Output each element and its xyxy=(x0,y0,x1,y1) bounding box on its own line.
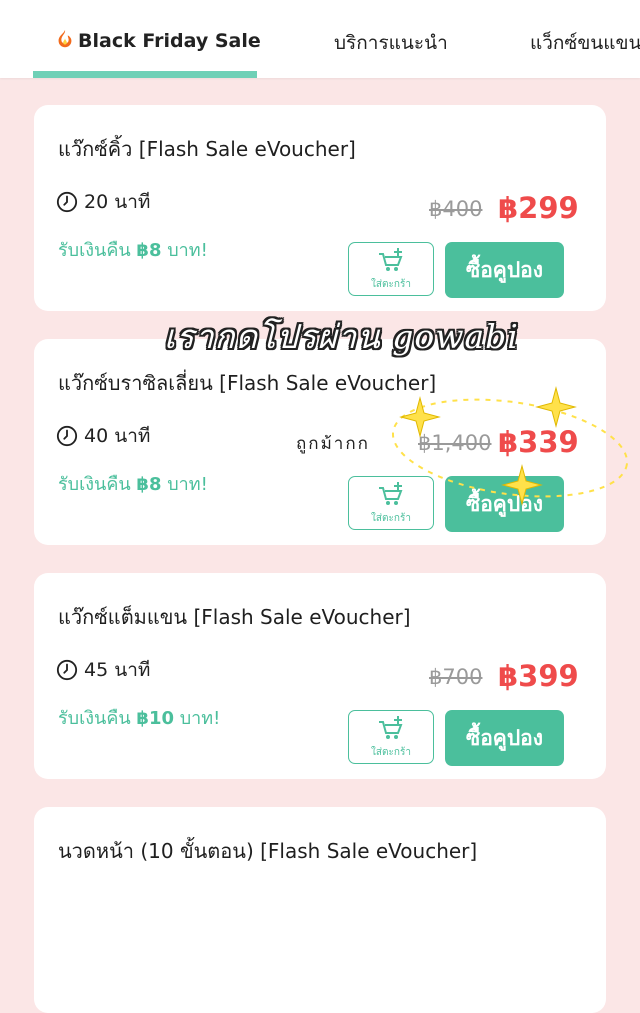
tab-label: บริการแนะนำ xyxy=(334,32,448,54)
category-tab-bar: Black Friday Sale บริการแนะนำ แว็กซ์ขนแข… xyxy=(0,0,640,78)
cashback-prefix: รับเงินคืน xyxy=(58,708,131,729)
sale-price: ฿399 xyxy=(498,659,579,693)
add-to-cart-button[interactable]: ใส่ตะกร้า xyxy=(348,242,434,296)
product-title: แว๊กซ์แต็มแขน [Flash Sale eVoucher] xyxy=(58,605,411,629)
clock-icon xyxy=(56,425,78,447)
tab-label: Black Friday Sale xyxy=(78,30,261,52)
add-to-cart-button[interactable]: ใส่ตะกร้า xyxy=(348,710,434,764)
cart-plus-icon xyxy=(379,716,403,739)
cart-plus-icon xyxy=(379,482,403,505)
cashback-text: รับเงินคืน ฿8 บาท! xyxy=(58,235,208,264)
product-card[interactable]: แว๊กซ์คิ้ว [Flash Sale eVoucher] 20 นาที… xyxy=(34,105,606,311)
product-title: แว๊กซ์คิ้ว [Flash Sale eVoucher] xyxy=(58,137,356,161)
product-title: นวดหน้า (10 ขั้นตอน) [Flash Sale eVouche… xyxy=(58,839,478,863)
duration-text: 45 นาที xyxy=(84,659,151,681)
fire-icon xyxy=(58,29,72,48)
sale-price: ฿339 xyxy=(498,425,579,459)
cashback-text: รับเงินคืน ฿10 บาท! xyxy=(58,703,220,732)
handwritten-note: ถูกม้ากก xyxy=(296,434,370,454)
duration: 40 นาที xyxy=(56,421,150,451)
cart-label: ใส่ตะกร้า xyxy=(371,747,411,758)
original-price: ฿1,400 xyxy=(418,431,492,455)
clock-icon xyxy=(56,191,78,213)
original-price: ฿700 xyxy=(429,665,483,689)
original-price: ฿400 xyxy=(429,197,483,221)
clock-icon xyxy=(56,659,78,681)
duration: 20 นาที xyxy=(56,187,150,217)
cashback-amount: ฿8 xyxy=(136,240,162,261)
buy-coupon-button[interactable]: ซื้อคูปอง xyxy=(445,242,564,298)
cashback-suffix: บาท! xyxy=(167,240,208,261)
cashback-text: รับเงินคืน ฿8 บาท! xyxy=(58,469,208,498)
cart-label: ใส่ตะกร้า xyxy=(371,279,411,290)
cashback-amount: ฿10 xyxy=(136,708,174,729)
product-card[interactable]: นวดหน้า (10 ขั้นตอน) [Flash Sale eVouche… xyxy=(34,807,606,1013)
active-tab-indicator xyxy=(33,71,257,78)
tab-label: แว็กซ์ขนแขน xyxy=(530,32,640,54)
buy-coupon-button[interactable]: ซื้อคูปอง xyxy=(445,476,564,532)
duration: 45 นาที xyxy=(56,655,150,685)
tab-arm-wax[interactable]: แว็กซ์ขนแขน xyxy=(530,28,640,58)
tab-black-friday-sale[interactable]: Black Friday Sale xyxy=(54,28,261,52)
buy-coupon-button[interactable]: ซื้อคูปอง xyxy=(445,710,564,766)
sale-price: ฿299 xyxy=(498,191,579,225)
cashback-suffix: บาท! xyxy=(167,474,208,495)
product-title: แว๊กซ์บราซิลเลี่ยน [Flash Sale eVoucher] xyxy=(58,371,437,395)
duration-text: 40 นาที xyxy=(84,425,151,447)
tab-recommended-services[interactable]: บริการแนะนำ xyxy=(334,28,448,58)
overlay-headline: เรากดโปรผ่าน gowabi xyxy=(164,317,519,356)
product-card[interactable]: แว๊กซ์แต็มแขน [Flash Sale eVoucher] 45 น… xyxy=(34,573,606,779)
duration-text: 20 นาที xyxy=(84,191,151,213)
cashback-prefix: รับเงินคืน xyxy=(58,240,131,261)
cashback-prefix: รับเงินคืน xyxy=(58,474,131,495)
cart-plus-icon xyxy=(379,248,403,271)
add-to-cart-button[interactable]: ใส่ตะกร้า xyxy=(348,476,434,530)
cart-label: ใส่ตะกร้า xyxy=(371,513,411,524)
cashback-suffix: บาท! xyxy=(179,708,221,729)
cashback-amount: ฿8 xyxy=(136,474,162,495)
